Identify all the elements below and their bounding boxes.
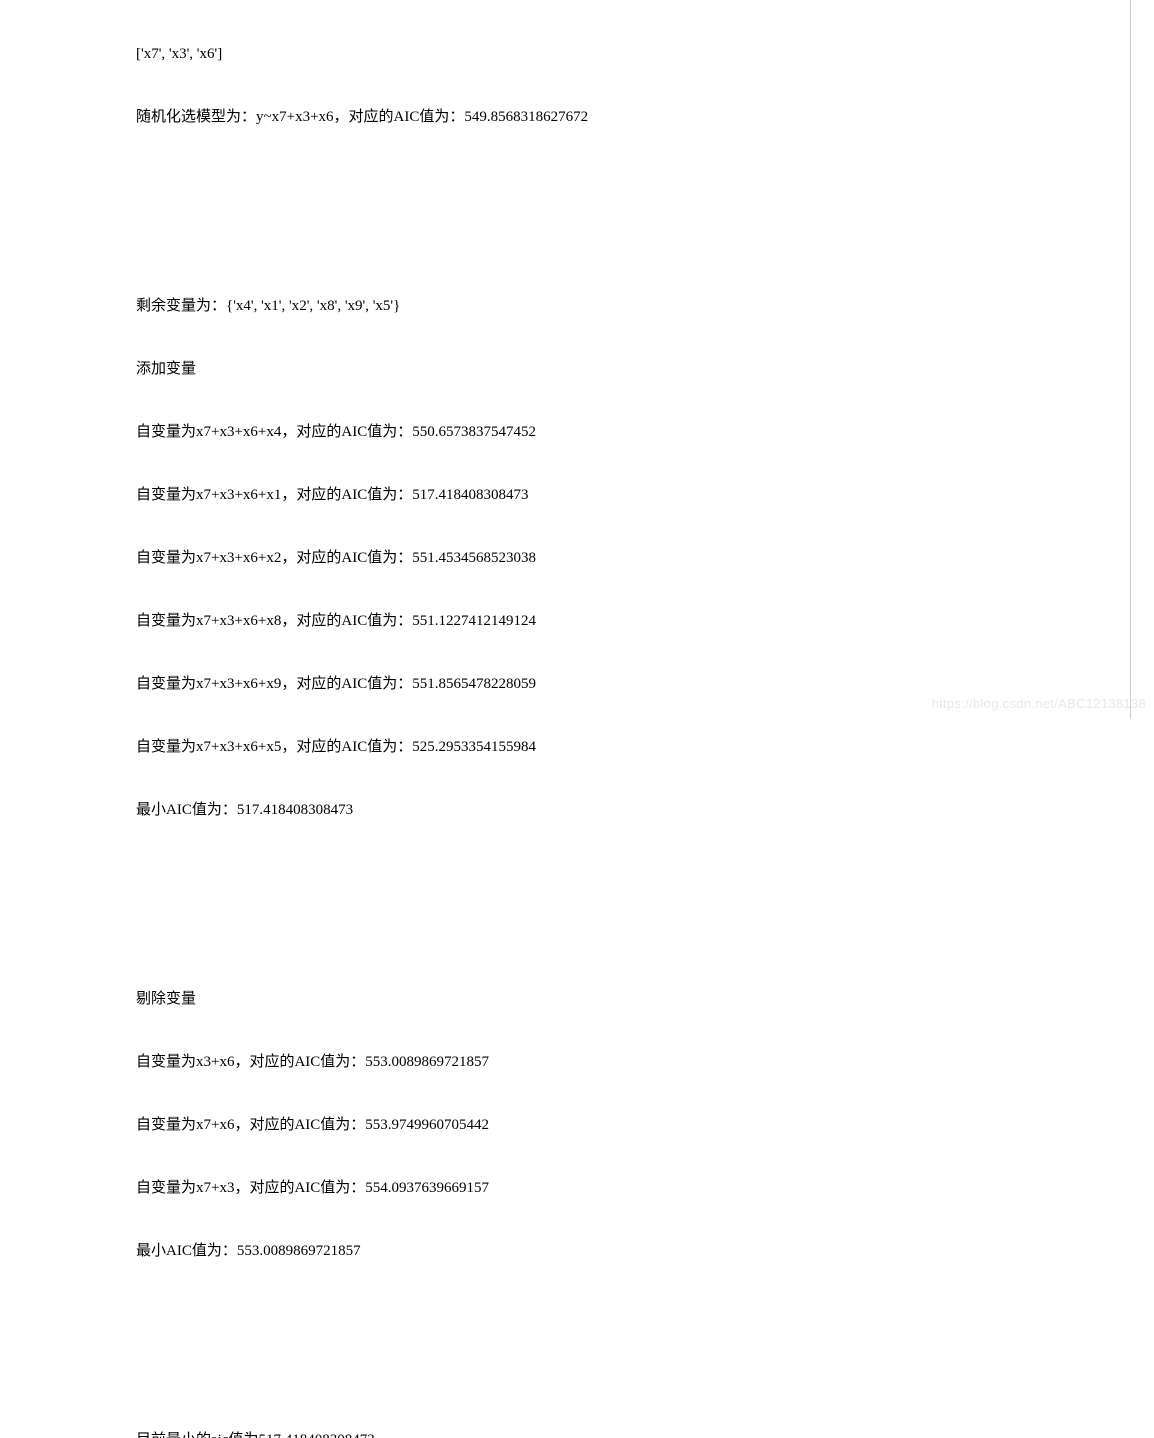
output-line: 添加变量 <box>136 359 1144 380</box>
output-line: 自变量为x7+x3，对应的AIC值为：554.0937639669157 <box>136 1178 1144 1199</box>
output-line: 自变量为x7+x3+x6+x2，对应的AIC值为：551.45345685230… <box>136 548 1144 569</box>
watermark: https://blog.csdn.net/ABC12138138 <box>932 695 1146 713</box>
output-line: 自变量为x3+x6，对应的AIC值为：553.0089869721857 <box>136 1052 1144 1073</box>
output-line: ['x7', 'x3', 'x6'] <box>136 44 1144 65</box>
output-line <box>136 170 1144 191</box>
output-line: 自变量为x7+x6，对应的AIC值为：553.9749960705442 <box>136 1115 1144 1136</box>
output-line: 自变量为x7+x3+x6+x9，对应的AIC值为：551.85654782280… <box>136 674 1144 695</box>
output-line: 自变量为x7+x3+x6+x1，对应的AIC值为：517.41840830847… <box>136 485 1144 506</box>
output-line: 自变量为x7+x3+x6+x8，对应的AIC值为：551.12274121491… <box>136 611 1144 632</box>
output-line: 目前最小的aic值为517.418408308473 <box>136 1430 1144 1438</box>
output-line: 最小AIC值为：553.0089869721857 <box>136 1241 1144 1262</box>
output-line <box>136 926 1144 947</box>
output-line <box>136 233 1144 254</box>
output-line <box>136 1304 1144 1325</box>
output-line: 剔除变量 <box>136 989 1144 1010</box>
output-line <box>136 863 1144 884</box>
output-line: 最小AIC值为：517.418408308473 <box>136 800 1144 821</box>
output-line <box>136 1367 1144 1388</box>
output-line: 随机化选模型为：y~x7+x3+x6，对应的AIC值为：549.85683186… <box>136 107 1144 128</box>
output-line: 自变量为x7+x3+x6+x4，对应的AIC值为：550.65738375474… <box>136 422 1144 443</box>
output-line: 剩余变量为：{'x4', 'x1', 'x2', 'x8', 'x9', 'x5… <box>136 296 1144 317</box>
output-line: 自变量为x7+x3+x6+x5，对应的AIC值为：525.29533541559… <box>136 737 1144 758</box>
panel-border <box>1130 0 1131 719</box>
output-text: ['x7', 'x3', 'x6'] 随机化选模型为：y~x7+x3+x6，对应… <box>0 0 1154 1438</box>
